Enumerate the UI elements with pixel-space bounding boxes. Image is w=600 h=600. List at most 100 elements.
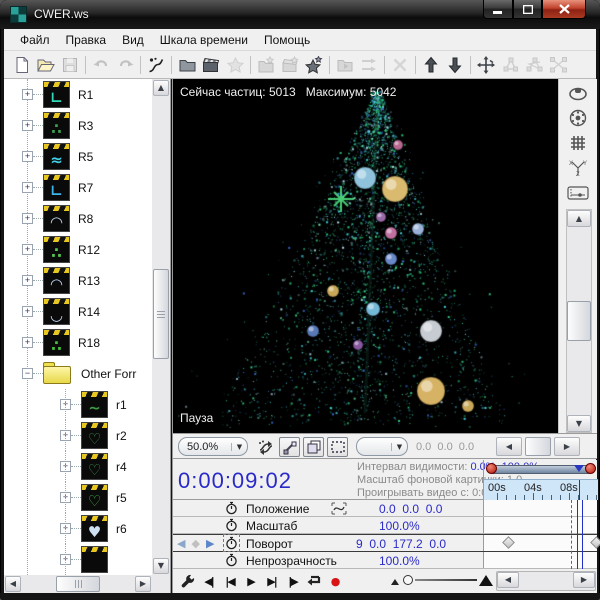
interval-icon[interactable] [559,182,597,204]
keyframe-track[interactable] [483,500,597,516]
preview-viewport[interactable]: Сейчас частиц: 5013 Максимум: 5042 Пауза… [173,79,597,433]
tree-item[interactable]: +∴R3 [4,110,152,141]
property-row-normal[interactable]: Положение0.0 0.0 0.0 [173,500,597,517]
next-keyframe-button[interactable]: ▶ [206,537,214,550]
keyframe-track[interactable] [483,535,597,551]
tree-item-folder[interactable]: −Other Forr [4,358,152,389]
menu-help[interactable]: Помощь [256,30,318,50]
transform-arrows-button[interactable] [474,54,498,76]
viewport-scroll-up[interactable]: ▲ [567,210,591,227]
timeline-scroll-right[interactable]: ▶ [573,572,595,588]
timeline-scroll-left[interactable]: ◀ [497,572,519,588]
zoom-out-icon[interactable] [391,579,399,585]
range-handle-left[interactable] [486,463,497,474]
add-keyframe-button[interactable]: ◆ [191,537,199,550]
tree-item[interactable]: +∟R7 [4,172,152,203]
viewport-scroll-left[interactable]: ◀ [496,437,522,456]
tree-scroll-thumb[interactable] [153,269,169,359]
new-document-button[interactable] [10,54,34,76]
playhead-marker[interactable] [574,465,584,472]
tree-expander[interactable]: + [22,151,33,162]
clapperboard-button[interactable] [199,54,223,76]
render-mode-icon[interactable] [559,107,597,129]
tree-item[interactable]: +~r1 [4,389,152,420]
tree-expander[interactable]: − [22,368,33,379]
tree-item[interactable]: + [4,544,152,575]
record-button[interactable]: ● [324,571,345,591]
keyframe-track[interactable] [483,517,597,533]
tree-horizontal-scrollbar[interactable]: ◀ ▶ [4,575,171,593]
time-ruler[interactable]: 00s04s08s [484,479,598,500]
maximize-button[interactable] [513,0,542,19]
tree-hscroll-thumb[interactable] [56,576,100,592]
viewport-hscroll-thumb[interactable] [525,437,551,456]
star-new-button[interactable] [302,54,326,76]
keyframe-diamond[interactable] [502,536,515,549]
tree-expander[interactable]: + [22,213,33,224]
zoom-slider-track[interactable] [415,579,477,581]
viewport-scroll-right[interactable]: ▶ [554,437,580,456]
menu-timeline[interactable]: Шкала времени [152,30,256,50]
tree-item[interactable]: +∟R1 [4,79,152,110]
menu-file[interactable]: Файл [12,30,58,50]
tree-expander[interactable]: + [22,182,33,193]
tree-scroll-down[interactable]: ▼ [153,558,169,574]
tree-expander[interactable]: + [22,275,33,286]
tree-expander[interactable]: + [22,89,33,100]
emitter-mode-button[interactable] [144,54,168,76]
prev-keyframe-button[interactable]: ◀ [177,537,185,550]
camera-icon[interactable] [559,82,597,104]
property-row-normal[interactable]: Непрозрачность100.0% [173,552,597,569]
keyframe-track[interactable] [483,552,597,568]
animate-stopwatch-icon[interactable] [225,553,238,567]
property-row-normal[interactable]: Масштаб100.0% [173,517,597,534]
tree-vertical-scrollbar[interactable]: ▲ ▼ [152,79,170,575]
viewport-scroll-down[interactable]: ▼ [567,415,591,432]
tree-item[interactable]: +≈R5 [4,141,152,172]
tree-expander[interactable]: + [22,244,33,255]
play-button[interactable]: ▶ [240,571,261,591]
zoom-in-icon[interactable] [479,575,493,586]
range-handle-right[interactable] [585,463,596,474]
folder-button[interactable] [175,54,199,76]
tree-item[interactable]: +◡R14 [4,296,152,327]
menu-edit[interactable]: Правка [58,30,115,50]
tree-scroll-right[interactable]: ▶ [135,576,151,592]
menu-view[interactable]: Вид [114,30,152,50]
settings-wrench-icon[interactable] [177,571,198,591]
jump-end-button[interactable]: ▶| [261,571,282,591]
move-down-button[interactable] [443,54,467,76]
motion-path-icon[interactable] [331,502,347,515]
background-select[interactable]: ▼ [356,437,408,456]
tree-item[interactable]: +∴R18 [4,327,152,358]
tree-expander[interactable]: + [22,306,33,317]
tree-item[interactable]: +♥r6 [4,513,152,544]
tree-expander[interactable]: + [22,337,33,348]
tree-item[interactable]: +◠R13 [4,265,152,296]
tree-item[interactable]: +♡r4 [4,451,152,482]
tree-item[interactable]: +♡r5 [4,482,152,513]
zoom-select[interactable]: 50.0%▼ [178,437,248,456]
restart-emitter-icon[interactable] [255,437,276,457]
copy-tool-button[interactable] [303,437,324,457]
zoom-slider-handle[interactable] [403,575,413,585]
jump-start-button[interactable]: |◀ [219,571,240,591]
loop-button[interactable] [303,571,324,591]
tree-scroll-up[interactable]: ▲ [153,80,169,96]
marquee-select-button[interactable] [327,437,348,457]
step-forward-button[interactable]: |▶ [282,571,303,591]
particle-preview-canvas[interactable] [173,79,558,433]
grid-icon[interactable] [559,132,597,154]
tree-item[interactable]: +◠R8 [4,203,152,234]
animate-stopwatch-icon[interactable] [225,536,238,550]
minimize-button[interactable] [483,0,513,19]
move-up-button[interactable] [419,54,443,76]
close-button[interactable] [542,0,586,19]
tree-scroll-left[interactable]: ◀ [5,576,21,592]
animate-stopwatch-icon[interactable] [225,518,238,532]
property-row-selected[interactable]: ◀◆▶Поворот9 0.0 177.2 0.0 [173,534,597,552]
timeline-zoom-slider[interactable] [391,569,491,593]
title-bar[interactable]: CWER.ws [0,0,600,29]
tree-expander[interactable]: + [22,120,33,131]
open-project-button[interactable] [34,54,58,76]
